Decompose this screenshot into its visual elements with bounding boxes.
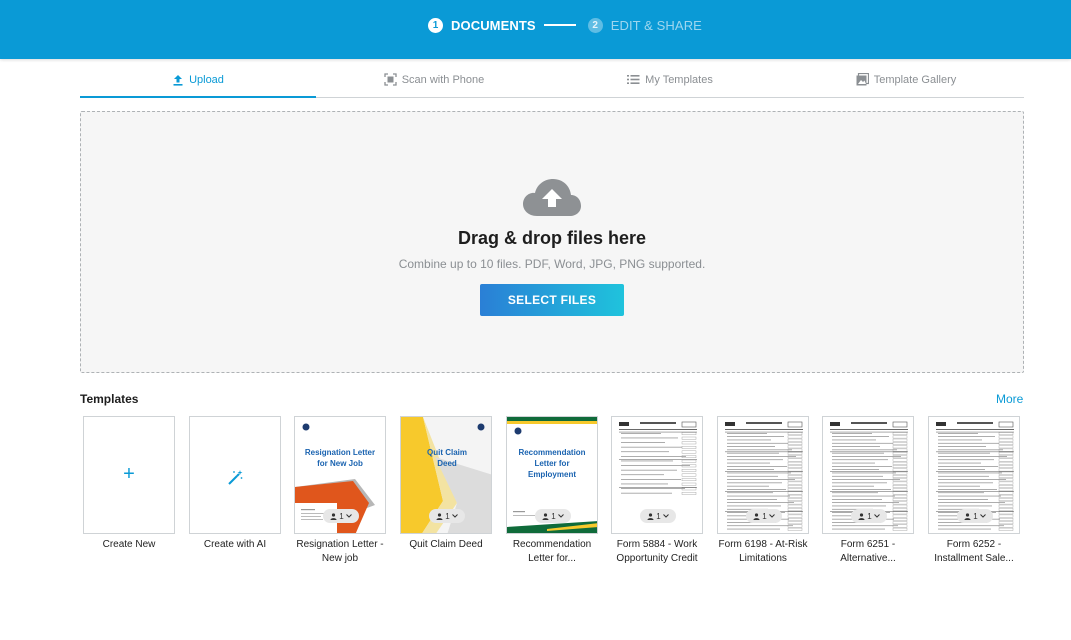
user-count-badge[interactable]: 1	[640, 509, 676, 523]
template-form-5884[interactable]: 1 Form 5884 - Work Opportunity Credit	[611, 416, 703, 566]
magic-wand-icon	[226, 469, 244, 492]
top-bar: 1 DOCUMENTS 2 EDIT & SHARE	[0, 0, 1071, 59]
template-quit-claim-deed[interactable]: Quit Claim Deed 1 Quit Claim Deed	[400, 416, 492, 552]
template-card[interactable]: +	[83, 416, 175, 534]
template-card[interactable]: 1	[928, 416, 1020, 534]
user-count-badge[interactable]: 1	[323, 509, 359, 523]
template-label: Create New	[102, 539, 156, 550]
template-label: Form 5884 - Work Opportunity Credit	[616, 539, 698, 564]
step-1-label[interactable]: DOCUMENTS	[451, 18, 536, 33]
user-icon	[330, 512, 337, 520]
user-icon	[436, 512, 443, 520]
user-count-badge[interactable]: 1	[851, 509, 887, 523]
thumbnail-title: Quit Claim Deed	[426, 448, 467, 468]
templates-heading: Templates	[80, 392, 139, 406]
tab-my-templates[interactable]: My Templates	[552, 62, 788, 97]
template-label: Resignation Letter - New job	[296, 539, 384, 564]
template-label: Recommendation Letter for...	[512, 539, 592, 564]
tab-template-gallery[interactable]: Template Gallery	[788, 62, 1024, 97]
template-card[interactable]: 1	[611, 416, 703, 534]
user-count-badge[interactable]: 1	[535, 509, 571, 523]
scan-icon	[384, 73, 397, 86]
template-create-with-ai[interactable]: Create with AI	[189, 416, 281, 552]
tab-upload-label: Upload	[189, 73, 224, 86]
cloud-upload-icon	[522, 178, 582, 223]
template-recommendation-letter[interactable]: Recommendation Letter for Employment 1 R…	[506, 416, 598, 566]
thumbnail-title: Resignation Letter for New Job	[304, 448, 376, 468]
user-icon	[542, 512, 549, 520]
file-drop-zone[interactable]: Drag & drop files here Combine up to 10 …	[80, 111, 1024, 373]
tab-scan-label: Scan with Phone	[401, 73, 485, 86]
template-create-new[interactable]: + Create New	[83, 416, 175, 552]
step-2-number: 2	[587, 17, 603, 33]
source-tabs: Upload Scan with Phone My Templates Temp…	[80, 62, 1024, 98]
user-count-badge[interactable]: 1	[429, 509, 465, 523]
template-card[interactable]: 1	[822, 416, 914, 534]
badge-count: 1	[339, 511, 344, 521]
template-card[interactable]: Recommendation Letter for Employment 1	[506, 416, 598, 534]
chevron-down-icon	[557, 514, 564, 518]
drop-zone-subtitle: Combine up to 10 files. PDF, Word, JPG, …	[398, 257, 706, 271]
chevron-down-icon	[768, 514, 775, 518]
tab-my-templates-label: My Templates	[645, 73, 713, 86]
chevron-down-icon	[451, 514, 458, 518]
chevron-down-icon	[345, 514, 352, 518]
template-label: Quit Claim Deed	[409, 539, 483, 550]
template-form-6251[interactable]: 1 Form 6251 - Alternative...	[822, 416, 914, 566]
template-card[interactable]: Quit Claim Deed 1	[400, 416, 492, 534]
badge-count: 1	[762, 511, 767, 521]
user-icon	[858, 512, 865, 520]
user-icon	[964, 512, 971, 520]
template-label: Form 6252 - Installment Sale...	[934, 539, 1014, 564]
user-icon	[753, 512, 760, 520]
badge-count: 1	[973, 511, 978, 521]
step-2-label[interactable]: EDIT & SHARE	[611, 18, 702, 33]
badge-count: 1	[656, 511, 661, 521]
template-card[interactable]: Resignation Letter for New Job 1	[294, 416, 386, 534]
step-connector	[543, 24, 576, 26]
template-card[interactable]: 1	[717, 416, 809, 534]
user-count-badge[interactable]: 1	[746, 509, 782, 523]
tab-upload[interactable]: Upload	[80, 62, 316, 98]
chevron-down-icon	[662, 514, 669, 518]
chevron-down-icon	[873, 514, 880, 518]
badge-count: 1	[445, 511, 450, 521]
template-label: Create with AI	[203, 539, 267, 550]
upload-icon	[172, 74, 184, 86]
template-resignation-letter[interactable]: Resignation Letter for New Job 1 Resigna…	[294, 416, 386, 566]
user-icon	[647, 512, 654, 520]
template-label: Form 6198 - At-Risk Limitations	[718, 539, 808, 564]
chevron-down-icon	[979, 514, 986, 518]
plus-icon: +	[123, 463, 135, 485]
template-card[interactable]	[189, 416, 281, 534]
gallery-icon	[856, 73, 869, 86]
badge-count: 1	[867, 511, 872, 521]
step-1-number: 1	[428, 17, 443, 33]
list-icon	[627, 74, 640, 85]
template-label: Form 6251 - Alternative...	[840, 539, 896, 564]
tab-template-gallery-label: Template Gallery	[873, 73, 957, 86]
thumbnail-title: Recommendation Letter for Employment	[518, 448, 586, 479]
drop-zone-title: Drag & drop files here	[457, 228, 647, 248]
badge-count: 1	[551, 511, 556, 521]
tab-scan-with-phone[interactable]: Scan with Phone	[316, 62, 552, 97]
user-count-badge[interactable]: 1	[957, 509, 993, 523]
template-form-6198[interactable]: 1 Form 6198 - At-Risk Limitations	[717, 416, 809, 566]
step-indicator: 1 DOCUMENTS 2 EDIT & SHARE	[428, 17, 702, 33]
select-files-button[interactable]: SELECT FILES	[480, 284, 624, 316]
templates-more-link[interactable]: More	[996, 392, 1023, 406]
template-form-6252[interactable]: 1 Form 6252 - Installment Sale...	[928, 416, 1020, 566]
